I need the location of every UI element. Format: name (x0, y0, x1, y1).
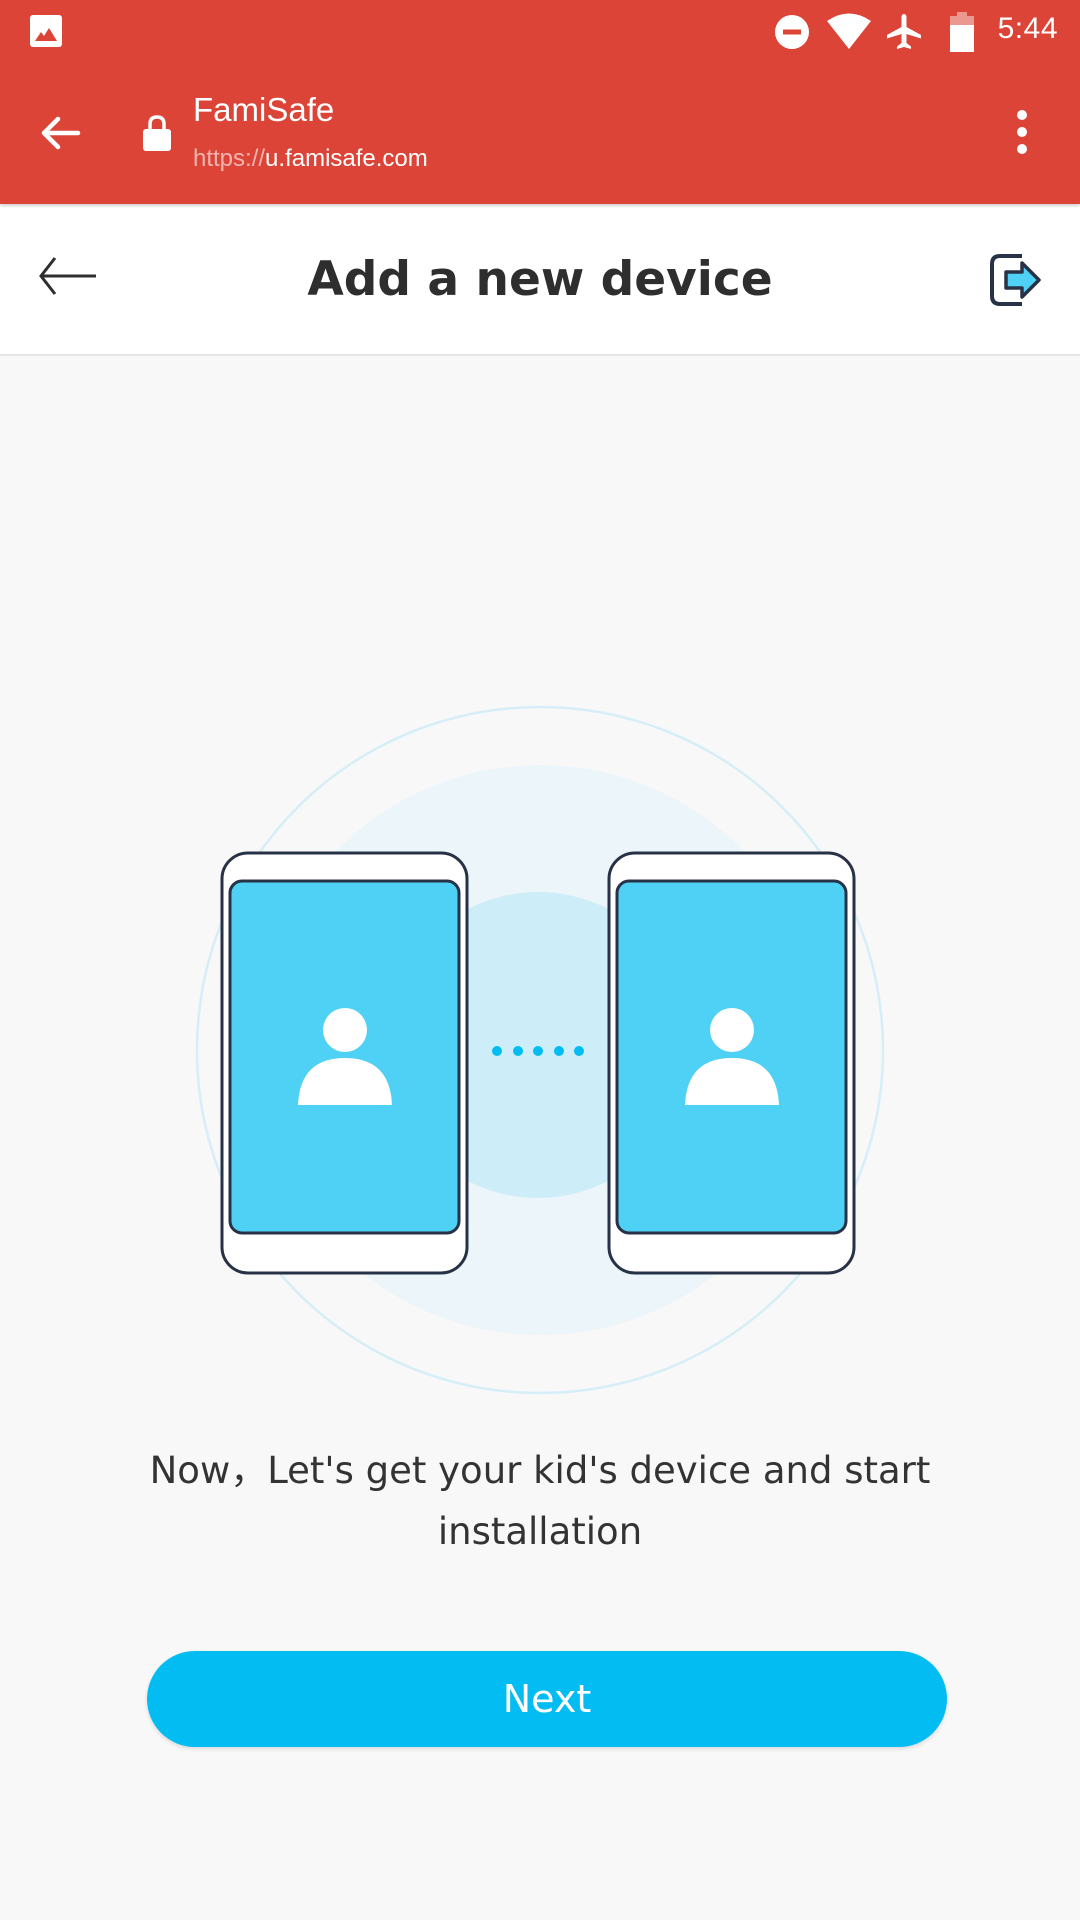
status-bar: 5:44 (0, 0, 1080, 63)
url-scheme: https:// (193, 145, 266, 172)
dot (574, 1046, 584, 1056)
browser-url[interactable]: https://u.famisafe.com (193, 145, 428, 173)
user-head (710, 1008, 754, 1052)
battery-icon (950, 12, 974, 52)
dot (492, 1046, 502, 1056)
url-host: u.famisafe.com (265, 145, 428, 172)
right-phone-icon (607, 851, 856, 1275)
logout-icon[interactable] (988, 252, 1044, 308)
gallery-notification-icon (29, 14, 63, 48)
browser-page-title: FamiSafe (193, 91, 335, 128)
app-header: Add a new device (0, 204, 1080, 356)
next-button[interactable]: Next (147, 1651, 947, 1747)
clock: 5:44 (997, 12, 1058, 45)
dot (533, 1046, 543, 1056)
dot (554, 1046, 564, 1056)
lock-icon[interactable] (142, 113, 172, 153)
user-head (323, 1008, 367, 1052)
page-title: Add a new device (307, 252, 773, 307)
browser-toolbar: FamiSafe https://u.famisafe.com (0, 63, 1080, 204)
more-vert-icon[interactable] (1012, 109, 1032, 155)
wifi-icon (826, 12, 872, 50)
left-phone-icon (220, 851, 469, 1275)
do-not-disturb-icon (774, 14, 810, 50)
back-arrow-icon[interactable] (38, 111, 82, 155)
instruction-message: Now，Let's get your kid's device and star… (149, 1449, 931, 1553)
two-phones-illustration (195, 705, 885, 1395)
dot (513, 1046, 523, 1056)
airplane-mode-icon (884, 12, 924, 52)
